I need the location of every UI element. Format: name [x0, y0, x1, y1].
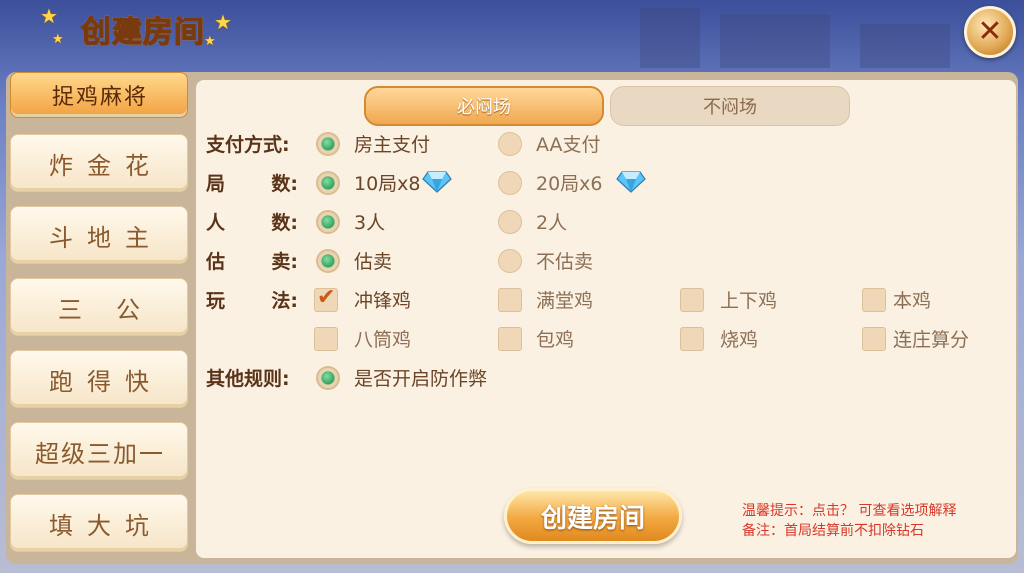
players-label-b: 数: — [271, 212, 298, 234]
rounds-label-a: 局 — [206, 173, 226, 195]
star-icon: ★ — [204, 34, 216, 49]
rounds-10-radio[interactable] — [316, 171, 340, 195]
play-label: 玩 法: — [206, 286, 298, 313]
play-option-checkbox[interactable] — [314, 327, 338, 351]
rounds-label: 局 数: — [206, 169, 298, 196]
play-option-label: 上下鸡 — [720, 290, 778, 312]
diamond-icon — [616, 171, 646, 193]
play-option-checkbox[interactable] — [680, 327, 704, 351]
players-3-radio[interactable] — [316, 210, 340, 234]
hint-text: 温馨提示：点击？ 可查看选项解释 — [742, 503, 957, 519]
rounds-label-b: 数: — [271, 173, 298, 195]
rounds-20-radio[interactable] — [498, 171, 522, 195]
play-option-checkbox[interactable] — [498, 288, 522, 312]
anti-cheat-radio[interactable] — [316, 366, 340, 390]
diamond-icon — [422, 171, 452, 193]
other-rules-label: 其他规则: — [206, 368, 290, 390]
play-option-checkbox[interactable] — [498, 327, 522, 351]
star-icon: ★ — [52, 32, 64, 47]
play-option-label: 本鸡 — [893, 290, 932, 312]
play-label-b: 法: — [271, 290, 298, 312]
background-building — [640, 8, 700, 68]
play-option-checkbox[interactable] — [680, 288, 704, 312]
sell-no-label: 不估卖 — [536, 251, 594, 273]
create-room-button[interactable]: 创建房间 — [504, 488, 682, 544]
sell-label-a: 估 — [206, 251, 226, 273]
pay-aa-label: AA支付 — [536, 134, 601, 156]
sidebar-item[interactable]: 斗地主 — [10, 206, 188, 264]
rounds-10-label: 10局x8 — [354, 173, 421, 195]
play-option-label: 冲锋鸡 — [354, 290, 412, 312]
sidebar-item[interactable]: 三公 — [10, 278, 188, 336]
sidebar-item[interactable]: 炸金花 — [10, 134, 188, 192]
sidebar-item-active[interactable]: 捉鸡麻将 — [10, 72, 188, 118]
play-option-label: 满堂鸡 — [536, 290, 594, 312]
play-option-checkbox[interactable] — [862, 327, 886, 351]
pay-owner-label: 房主支付 — [354, 134, 431, 156]
sell-label-b: 卖: — [271, 251, 298, 273]
pay-label: 支付方式: — [206, 134, 290, 156]
page-title: ★ ★ 创建房间 ★ ★ — [38, 4, 248, 54]
play-option-checkbox[interactable] — [314, 285, 338, 312]
star-icon: ★ — [214, 10, 232, 34]
play-option-label: 烧鸡 — [720, 329, 759, 351]
page-title-text: 创建房间 — [80, 7, 205, 51]
sell-yes-radio[interactable] — [316, 249, 340, 273]
tab-inactive[interactable]: 不闷场 — [610, 86, 850, 126]
close-button[interactable]: ✕ — [964, 6, 1016, 58]
play-label-a: 玩 — [206, 290, 226, 312]
sell-no-radio[interactable] — [498, 249, 522, 273]
anti-cheat-label: 是否开启防作弊 — [354, 368, 488, 390]
play-option-label: 连庄算分 — [893, 329, 970, 351]
players-label-a: 人 — [206, 212, 226, 234]
tab-active[interactable]: 必闷场 — [364, 86, 604, 126]
players-2-label: 2人 — [536, 212, 568, 234]
close-icon: ✕ — [977, 14, 1003, 49]
play-option-label: 包鸡 — [536, 329, 575, 351]
note-text: 备注：首局结算前不扣除钻石 — [742, 523, 924, 539]
players-label: 人 数: — [206, 208, 298, 235]
play-option-checkbox[interactable] — [862, 288, 886, 312]
sidebar-item[interactable]: 填大坑 — [10, 494, 188, 552]
play-option-label: 八筒鸡 — [354, 329, 412, 351]
background-building — [720, 14, 830, 68]
star-icon: ★ — [40, 4, 58, 28]
sidebar-item[interactable]: 跑得快 — [10, 350, 188, 408]
sell-label: 估 卖: — [206, 247, 298, 274]
pay-owner-radio[interactable] — [316, 132, 340, 156]
sidebar-item[interactable]: 超级三加一 — [10, 422, 188, 480]
players-3-label: 3人 — [354, 212, 386, 234]
rounds-20-label: 20局x6 — [536, 173, 603, 195]
sell-yes-label: 估卖 — [354, 251, 393, 273]
players-2-radio[interactable] — [498, 210, 522, 234]
pay-aa-radio[interactable] — [498, 132, 522, 156]
background-building — [860, 24, 950, 68]
